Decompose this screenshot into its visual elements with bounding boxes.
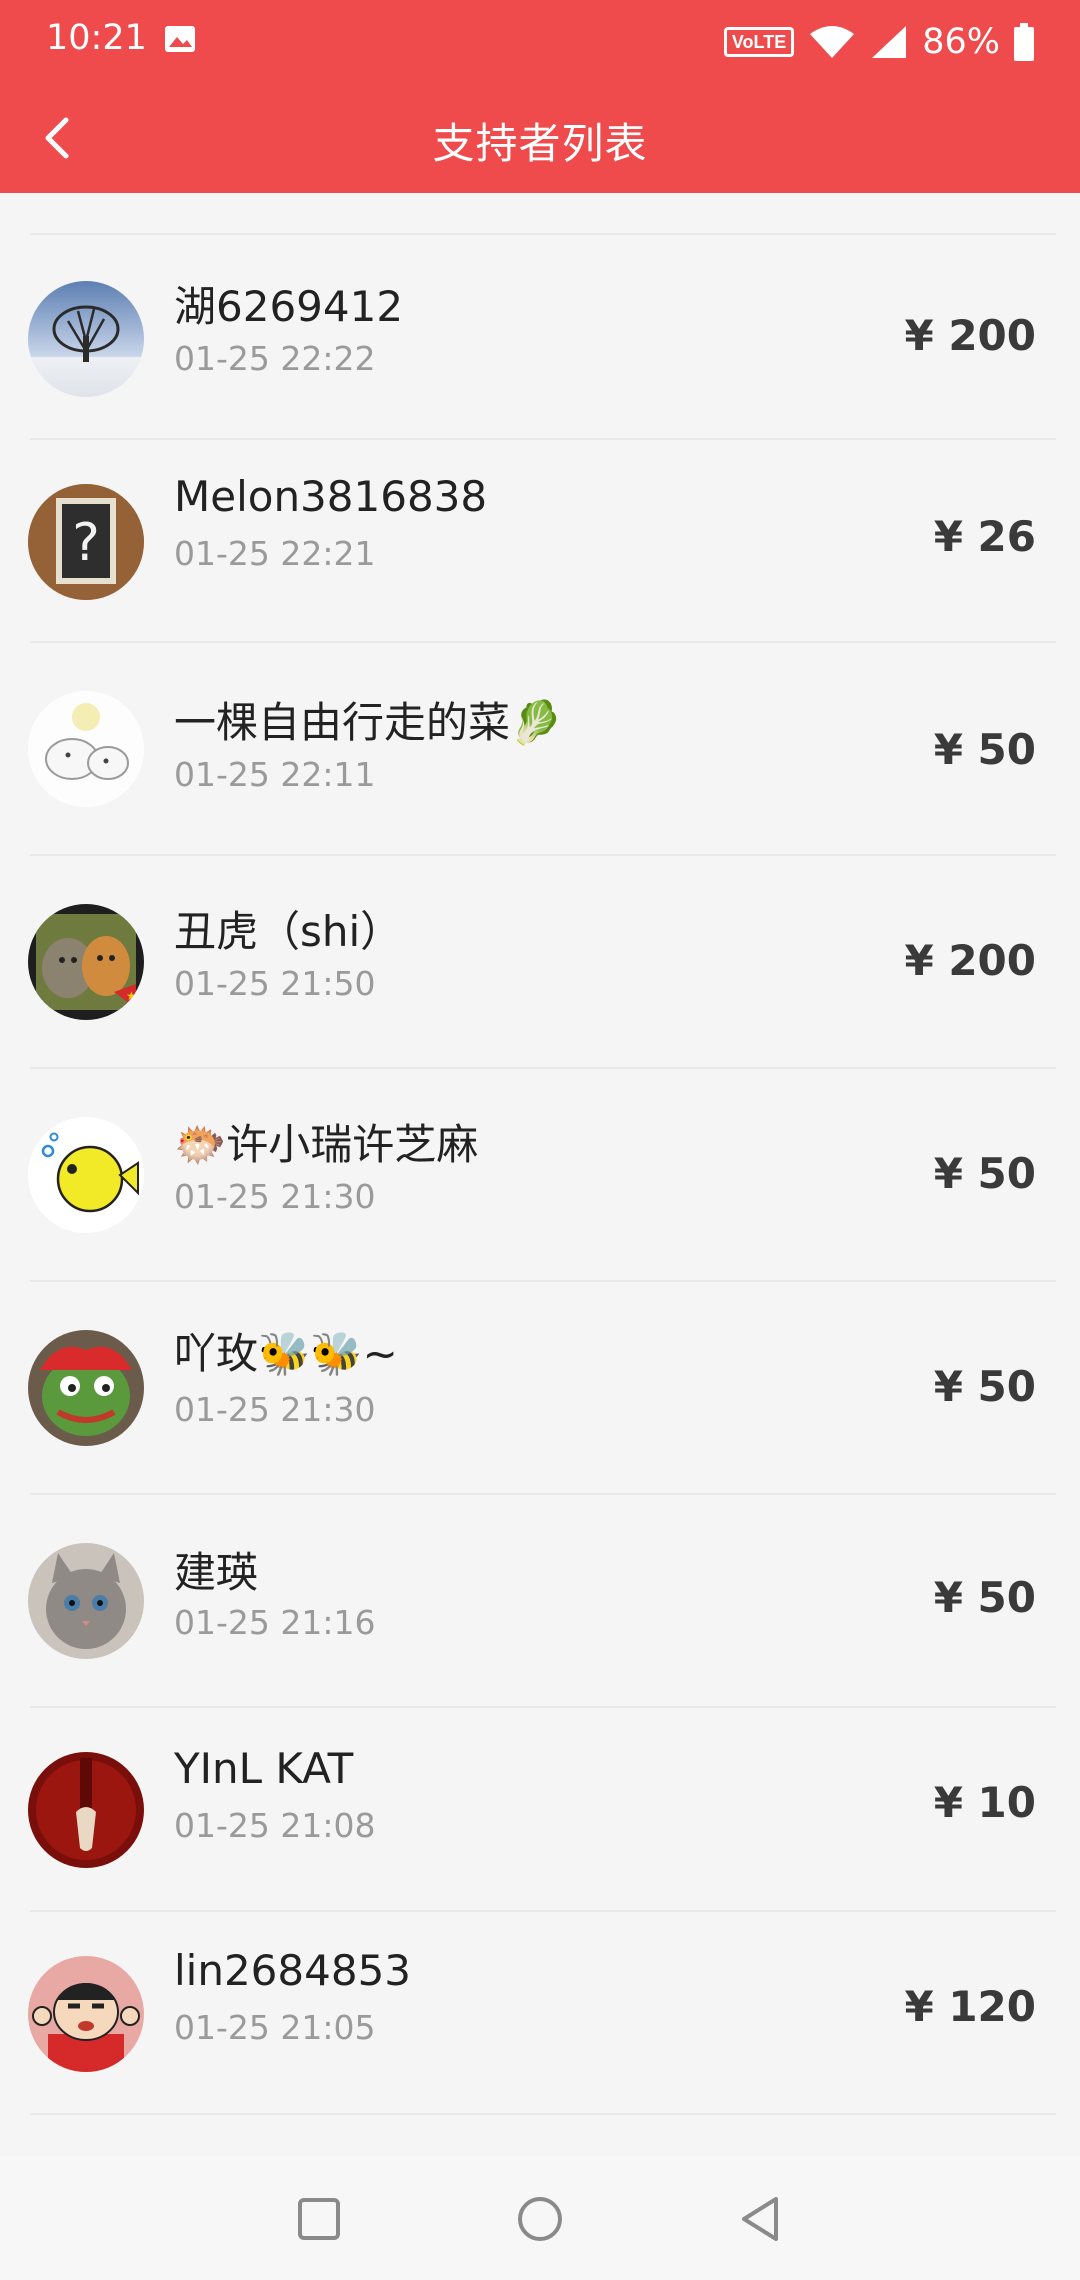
signal-icon <box>872 26 907 58</box>
supporter-row[interactable]: 湖6269412 01-25 22:22 ¥ 200 <box>0 235 1080 440</box>
supporter-name: YInL KAT <box>174 1744 354 1793</box>
svg-text:★: ★ <box>126 989 137 1003</box>
wifi-icon <box>810 26 855 58</box>
battery-percent: 86% <box>922 22 1000 62</box>
status-bar: 10:21 VoLTE 86% <box>0 0 1080 84</box>
svg-text:?: ? <box>72 513 100 573</box>
support-time: 01-25 22:22 <box>174 339 376 378</box>
support-amount: ¥ 26 <box>933 512 1036 561</box>
supporter-list[interactable]: 湖6269412 01-25 22:22 ¥ 200 ? Melon381683… <box>0 193 1080 2156</box>
supporter-row[interactable]: 吖玫🐝🐝~ 01-25 21:30 ¥ 50 <box>0 1282 1080 1495</box>
recents-button[interactable] <box>284 2184 354 2254</box>
supporter-name: 吖玫🐝🐝~ <box>174 1329 398 1378</box>
support-time: 01-25 21:05 <box>174 2008 376 2047</box>
red-ornament-avatar <box>28 1752 144 1868</box>
image-icon <box>165 26 195 52</box>
pufferfish-avatar <box>28 1117 144 1233</box>
support-amount: ¥ 50 <box>933 1362 1036 1411</box>
support-amount: ¥ 200 <box>904 936 1036 985</box>
back-triangle-icon <box>742 2197 778 2241</box>
support-amount: ¥ 120 <box>904 1982 1036 2031</box>
support-amount: ¥ 50 <box>933 1573 1036 1622</box>
header: 10:21 VoLTE 86% 支持者列表 <box>0 0 1080 193</box>
support-time: 01-25 21:50 <box>174 964 376 1003</box>
support-time: 01-25 22:11 <box>174 755 376 794</box>
volte-icon: VoLTE <box>723 27 795 57</box>
cats-avatar: ★ <box>28 904 144 1020</box>
supporter-row[interactable]: 🐡许小瑞许芝麻 01-25 21:30 ¥ 50 <box>0 1069 1080 1282</box>
support-time: 01-25 22:21 <box>174 534 376 573</box>
status-right-group: VoLTE 86% <box>723 20 1034 64</box>
support-time: 01-25 21:30 <box>174 1390 376 1429</box>
question-board-avatar: ? <box>28 484 144 600</box>
status-time: 10:21 <box>46 18 147 58</box>
battery-icon <box>1014 23 1034 61</box>
supporter-name: 建瑛 <box>174 1548 259 1597</box>
recents-square-icon <box>298 2198 340 2240</box>
crayon-shin-avatar <box>28 1956 144 2072</box>
supporter-row[interactable]: lin2684853 01-25 21:05 ¥ 120 <box>0 1912 1080 2115</box>
tree-avatar <box>28 281 144 397</box>
support-time: 01-25 21:30 <box>174 1177 376 1216</box>
system-nav-bar <box>0 2156 1080 2280</box>
support-time: 01-25 21:08 <box>174 1806 376 1845</box>
supporter-row[interactable]: YInL KAT 01-25 21:08 ¥ 10 <box>0 1708 1080 1912</box>
supporter-row[interactable]: 一棵自由行走的菜🥬 01-25 22:11 ¥ 50 <box>0 643 1080 856</box>
screen: 10:21 VoLTE 86% 支持者列表 湖6269412 01-25 22:… <box>0 0 1080 2280</box>
support-amount: ¥ 10 <box>933 1778 1036 1827</box>
page-title: 支持者列表 <box>432 119 648 168</box>
back-nav-button[interactable] <box>726 2184 796 2254</box>
divider <box>30 2113 1056 2115</box>
supporter-name: Melon3816838 <box>174 472 488 521</box>
supporter-name: 湖6269412 <box>174 282 404 331</box>
home-button[interactable] <box>505 2184 575 2254</box>
supporter-row[interactable]: ★ 丑虎（shi） 01-25 21:50 ¥ 200 <box>0 856 1080 1069</box>
support-amount: ¥ 200 <box>904 311 1036 360</box>
supporter-name: 丑虎（shi） <box>174 907 403 956</box>
support-time: 01-25 21:16 <box>174 1603 376 1642</box>
supporter-name: 🐡许小瑞许芝麻 <box>174 1120 479 1169</box>
supporter-name: lin2684853 <box>174 1946 412 1995</box>
supporter-name: 一棵自由行走的菜🥬 <box>174 698 563 747</box>
frog-avatar <box>28 1330 144 1446</box>
kitten-avatar <box>28 1543 144 1659</box>
supporter-row[interactable]: ? Melon3816838 01-25 22:21 ¥ 26 <box>0 440 1080 643</box>
app-bar: 支持者列表 <box>0 84 1080 193</box>
home-circle-icon <box>518 2197 562 2241</box>
support-amount: ¥ 50 <box>933 725 1036 774</box>
supporter-row[interactable]: 建瑛 01-25 21:16 ¥ 50 <box>0 1495 1080 1708</box>
cartoon-animals-avatar <box>28 691 144 807</box>
support-amount: ¥ 50 <box>933 1149 1036 1198</box>
